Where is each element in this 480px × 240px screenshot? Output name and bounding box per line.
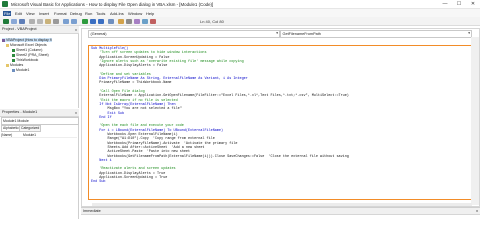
- project-explorer-panel: Project - VBAProject x VBAProject (How t…: [0, 26, 79, 108]
- project-explorer-icon[interactable]: [118, 18, 124, 24]
- run-icon[interactable]: [82, 18, 88, 24]
- properties-object-combo[interactable]: Module1 Module: [1, 117, 79, 125]
- minimize-button[interactable]: —: [438, 0, 452, 9]
- code-editor[interactable]: Sub MultipleFile() 'Turn off screen upda…: [85, 39, 473, 205]
- properties-title: Properties - Module1: [2, 110, 38, 115]
- tree-node-label: Modules: [10, 63, 24, 67]
- tree-node-label: Sheet1 (Column): [16, 48, 43, 52]
- immediate-header: Immediate x: [81, 208, 480, 215]
- code-line: Next i: [91, 158, 112, 163]
- close-button[interactable]: ✕: [466, 0, 480, 9]
- horizontal-scrollbar[interactable]: [92, 203, 472, 206]
- menu-edit[interactable]: Edit: [15, 11, 22, 16]
- procedure-combo[interactable]: GetFilenameFromPath ▾: [280, 30, 472, 38]
- tree-node-label: Module1: [16, 68, 30, 72]
- folder-icon: [6, 63, 9, 67]
- menu-addins[interactable]: Add-Ins: [110, 11, 124, 16]
- code-line: PrimaryFileName = ThisWorkbook.Name: [91, 81, 172, 86]
- save-icon[interactable]: [19, 18, 25, 24]
- object-combo[interactable]: (General) ▾: [88, 30, 280, 38]
- workbook-icon: [12, 58, 15, 62]
- code-window: (General) ▾ GetFilenameFromPath ▾ Sub Mu…: [81, 28, 480, 207]
- redo-icon[interactable]: [71, 18, 77, 24]
- worksheet-icon: [12, 53, 15, 57]
- property-name: (Name): [1, 132, 13, 137]
- tree-node-label: Microsoft Excel Objects: [10, 43, 47, 47]
- reset-icon[interactable]: [98, 18, 104, 24]
- code-line: End Sub: [91, 180, 106, 185]
- project-explorer-title: Project - VBAProject: [2, 27, 37, 32]
- menu-run[interactable]: Run: [85, 11, 92, 16]
- object-browser-icon[interactable]: [134, 18, 140, 24]
- find-icon[interactable]: [53, 18, 59, 24]
- tree-node-label: VBAProject (How to display fi: [6, 38, 52, 42]
- title-bar: Microsoft Visual Basic for Applications …: [0, 0, 480, 9]
- project-explorer-header: Project - VBAProject x: [0, 26, 79, 34]
- immediate-window[interactable]: Immediate x: [81, 207, 480, 231]
- property-value: Module1: [23, 132, 37, 137]
- cursor-position: Ln 40, Col 80: [200, 19, 224, 24]
- properties-panel: Properties - Module1 x Module1 Module Al…: [0, 109, 79, 219]
- close-properties-panel-icon[interactable]: x: [75, 110, 77, 115]
- tree-node-label: Sheet2 (PRA_Sheet): [16, 53, 49, 57]
- excel-vba-app-icon: [2, 1, 8, 7]
- tab-categorized[interactable]: Categorized: [19, 125, 42, 132]
- chevron-down-icon: ▾: [468, 31, 470, 36]
- menu-insert[interactable]: Insert: [39, 11, 49, 16]
- menu-format[interactable]: Format: [54, 11, 67, 16]
- immediate-title: Immediate: [83, 209, 101, 213]
- standard-toolbar: Ln 40, Col 80: [0, 17, 480, 26]
- menu-debug[interactable]: Debug: [70, 11, 82, 16]
- code-line: Application.DisplayAlerts = False: [91, 64, 168, 69]
- tree-node-module1[interactable]: Module1: [12, 68, 29, 72]
- folder-icon: [6, 43, 9, 47]
- tree-node-sheet1[interactable]: Sheet1 (Column): [12, 48, 42, 52]
- view-excel-icon[interactable]: [3, 18, 9, 24]
- object-combo-value: (General): [90, 31, 107, 36]
- undo-icon[interactable]: [63, 18, 69, 24]
- tree-node-vbaproject[interactable]: VBAProject (How to display fi: [2, 38, 52, 42]
- tree-node-sheet2[interactable]: Sheet2 (PRA_Sheet): [12, 53, 49, 57]
- design-mode-icon[interactable]: [108, 18, 114, 24]
- chevron-down-icon: ▾: [276, 31, 278, 36]
- insert-module-icon[interactable]: [11, 18, 17, 24]
- tree-node-thisworkbook[interactable]: ThisWorkbook: [12, 58, 38, 62]
- menu-help[interactable]: Help: [146, 11, 154, 16]
- properties-window-icon[interactable]: [126, 18, 132, 24]
- worksheet-icon: [12, 48, 15, 52]
- module-icon: [12, 68, 15, 72]
- menu-window[interactable]: Window: [128, 11, 142, 16]
- paste-icon[interactable]: [45, 18, 51, 24]
- window-title: Microsoft Visual Basic for Applications …: [11, 2, 214, 7]
- vbaproject-icon: [2, 38, 5, 42]
- properties-object-combo-value: Module1 Module: [3, 118, 29, 123]
- close-project-panel-icon[interactable]: x: [75, 27, 77, 32]
- tree-node-modules[interactable]: Modules: [6, 63, 23, 67]
- vertical-scrollbar[interactable]: [471, 37, 479, 205]
- toolbox-icon[interactable]: [142, 18, 148, 24]
- code-line: End If: [91, 115, 112, 120]
- tree-node-label: ThisWorkbook: [16, 58, 39, 62]
- help-icon[interactable]: [150, 18, 156, 24]
- menu-view[interactable]: View: [26, 11, 35, 16]
- break-icon[interactable]: [90, 18, 96, 24]
- menu-bar: File Edit View Insert Format Debug Run T…: [0, 9, 480, 17]
- menu-tools[interactable]: Tools: [96, 11, 105, 16]
- procedure-combo-value: GetFilenameFromPath: [282, 31, 321, 36]
- property-row-name[interactable]: (Name) Module1: [1, 132, 77, 138]
- cut-icon[interactable]: [29, 18, 35, 24]
- tab-alphabetic[interactable]: Alphabetic: [1, 125, 21, 132]
- properties-header: Properties - Module1 x: [0, 109, 79, 117]
- copy-icon[interactable]: [37, 18, 43, 24]
- menu-file[interactable]: File: [3, 10, 12, 16]
- maximize-button[interactable]: ☐: [452, 0, 466, 9]
- code-line: Workbooks(GetFilenameFromPath(ExternalFi…: [91, 154, 349, 159]
- close-immediate-icon[interactable]: x: [476, 209, 478, 213]
- tree-node-excel-objects[interactable]: Microsoft Excel Objects: [6, 43, 47, 47]
